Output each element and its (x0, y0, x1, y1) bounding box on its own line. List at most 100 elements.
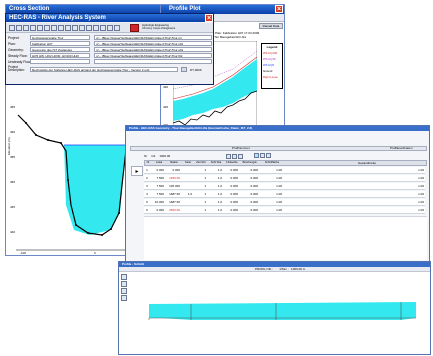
table-cell[interactable]: 2 (144, 175, 152, 182)
unsteady-flow-icon[interactable] (37, 25, 43, 31)
table-cell[interactable]: 1 (194, 183, 208, 190)
table-cell[interactable]: 5 (144, 199, 152, 206)
fit-icon[interactable] (121, 295, 127, 301)
pan-icon[interactable] (121, 288, 127, 294)
table-cell[interactable]: 1.00 (260, 199, 284, 206)
table-cell[interactable]: 10.000 (152, 199, 166, 206)
table-cell[interactable]: 1 (194, 175, 208, 182)
reload-data-button[interactable]: Reload Data (259, 23, 283, 29)
table-cell[interactable]: 0.000 (224, 199, 240, 206)
table-cell[interactable]: 1.0 (208, 167, 224, 174)
geometry-icon[interactable] (23, 25, 29, 31)
insert-row-icon[interactable] (266, 153, 271, 158)
table-cell[interactable]: 0.000 (224, 207, 240, 214)
profile-plot-icon[interactable] (65, 25, 71, 31)
add-row-icon[interactable] (254, 153, 259, 158)
steady-flow-icon[interactable] (30, 25, 36, 31)
dss-icon[interactable] (114, 25, 120, 31)
detailed-table-icon[interactable] (93, 25, 99, 31)
table-cell[interactable]: 0.000 (224, 183, 240, 190)
delete-row-icon[interactable] (260, 153, 265, 158)
table-cell[interactable]: 135.000 (166, 183, 182, 190)
table-cell-right[interactable]: 1.00 (406, 175, 426, 182)
nav-prev-icon[interactable] (226, 154, 231, 159)
refresh-icon[interactable] (238, 154, 243, 159)
table-cell[interactable]: 1 (194, 191, 208, 198)
table-cell[interactable] (182, 199, 194, 206)
table-cell[interactable]: 7.500 (152, 191, 166, 198)
stage-flow-icon[interactable] (86, 25, 92, 31)
table-cell[interactable]: 1.00 (260, 175, 284, 182)
table-cell[interactable]: 1.0 (208, 199, 224, 206)
table-cell[interactable]: 0.000 (240, 175, 260, 182)
table-cell[interactable]: 0.000 (240, 207, 260, 214)
table-cell[interactable]: 1 (144, 167, 152, 174)
legend-item: WS HQ5 (263, 63, 275, 67)
row-selector[interactable]: ▸ (131, 166, 143, 176)
table-cell[interactable]: 0.000 (152, 207, 166, 214)
table-cell[interactable]: 1.0 (182, 191, 194, 198)
nav-next-icon[interactable] (232, 154, 237, 159)
table-cell[interactable]: 0.000 (240, 167, 260, 174)
table-cell[interactable]: 0.000 (224, 167, 240, 174)
close-icon[interactable]: × (275, 5, 283, 13)
table-cell[interactable]: 1.00 (260, 191, 284, 198)
table-cell[interactable]: 4 (144, 191, 152, 198)
table-cell[interactable]: 1.00 (260, 183, 284, 190)
run-unsteady-icon[interactable] (51, 25, 57, 31)
col-header: Böschungsk. (242, 161, 258, 164)
table-cell[interactable]: 1250.00 (166, 175, 182, 182)
table-cell-right[interactable]: 1.00 (406, 207, 426, 214)
table-cell[interactable] (182, 183, 194, 190)
toolbar-field[interactable]: 1/2 (151, 154, 155, 159)
profile-legend: Legend WS HQ100 WS HQ30 WS HQ5 Ground Ri… (261, 43, 283, 89)
xs-plot-icon[interactable] (58, 25, 64, 31)
geometry-editor-titlebar[interactable]: Profile - HEC-RAS Geometry - Thur Bausge… (126, 126, 429, 131)
table-cell[interactable]: 1.0 (208, 207, 224, 214)
table-cell-right[interactable]: 1.00 (406, 183, 426, 190)
xyz-plot-icon[interactable] (79, 25, 85, 31)
table-cell[interactable]: 0.000 (240, 199, 260, 206)
rating-curve-icon[interactable] (72, 25, 78, 31)
zoom-out-icon[interactable] (121, 281, 127, 287)
table-cell[interactable] (182, 207, 194, 214)
table-cell[interactable]: 1.0 (208, 183, 224, 190)
profile-table-icon[interactable] (100, 25, 106, 31)
table-cell[interactable] (182, 167, 194, 174)
table-cell[interactable]: 1687.50 (166, 199, 182, 206)
table-cell[interactable]: 1.00 (260, 167, 284, 174)
table-cell[interactable]: 2500.00 (166, 207, 182, 214)
toolbar-field[interactable]: 1000.00 (159, 154, 170, 159)
table-cell[interactable]: 1 (194, 199, 208, 206)
table-cell[interactable]: 7.500 (152, 183, 166, 190)
zoom-in-icon[interactable] (121, 274, 127, 280)
summary-icon[interactable] (107, 25, 113, 31)
save-icon[interactable] (16, 25, 22, 31)
table-cell-right[interactable]: 1.00 (406, 167, 426, 174)
hec-ras-titlebar[interactable]: HEC-RAS - River Analysis System (6, 14, 213, 22)
table-cell[interactable]: 0.000 (240, 183, 260, 190)
open-project-icon[interactable] (9, 25, 15, 31)
table-cell[interactable]: 1.0 (208, 191, 224, 198)
profile-y-tick: 430 (163, 85, 169, 89)
table-cell[interactable]: 7.500 (152, 175, 166, 182)
table-cell[interactable]: 0.000 (152, 167, 166, 174)
table-cell[interactable]: 1.00 (260, 207, 284, 214)
table-cell[interactable]: 1 (194, 167, 208, 174)
table-cell[interactable]: 0.000 (224, 191, 240, 198)
run-steady-icon[interactable] (44, 25, 50, 31)
table-cell[interactable]: 6 (144, 207, 152, 214)
table-cell[interactable]: 0.000 (240, 191, 260, 198)
table-cell[interactable] (182, 175, 194, 182)
table-cell-right[interactable]: 1.00 (406, 191, 426, 198)
table-cell[interactable]: 1 (194, 207, 208, 214)
table-cell[interactable]: 1687.50 (166, 191, 182, 198)
table-cell[interactable]: 0.000 (224, 175, 240, 182)
description-button[interactable] (181, 67, 187, 72)
table-cell[interactable]: 3 (144, 183, 152, 190)
table-cell[interactable]: 1.0 (208, 175, 224, 182)
toolbar-field[interactable]: Nr (144, 154, 147, 159)
table-cell[interactable]: 0.000 (166, 167, 182, 174)
table-cell-right[interactable]: 1.00 (406, 199, 426, 206)
close-icon[interactable]: × (205, 14, 213, 22)
